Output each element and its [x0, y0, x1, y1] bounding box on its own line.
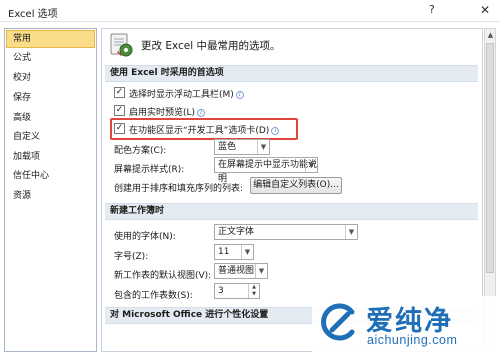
category-nav: 常用 公式 校对 保存 高级 自定义 加载项 信任中心 资源	[4, 28, 97, 352]
developer-tab-label: 在功能区显示“开发工具”选项卡(D)	[129, 126, 270, 136]
custom-lists-label: 创建用于排序和填充序列的列表:	[114, 184, 244, 194]
nav-item-customize[interactable]: 自定义	[6, 128, 95, 146]
options-gear-icon	[110, 33, 133, 57]
scroll-up-icon[interactable]: ▲	[486, 31, 495, 40]
title-bar: Excel 选项 ? ✕	[0, 0, 500, 22]
live-preview-label: 启用实时预览(L)	[129, 108, 196, 118]
chevron-down-icon: ▼	[345, 225, 357, 239]
chevron-down-icon: ▼	[305, 158, 317, 172]
nav-item-formulas[interactable]: 公式	[6, 49, 95, 67]
font-value: 正文字体	[218, 227, 255, 237]
font-size-select[interactable]: 11 ▼	[214, 244, 254, 260]
color-scheme-label: 配色方案(C):	[114, 146, 167, 156]
nav-item-save[interactable]: 保存	[6, 89, 95, 107]
stepper-down-icon[interactable]: ▼	[248, 291, 259, 298]
font-label: 使用的字体(N):	[114, 232, 176, 242]
watermark: 爱纯净 aichunjing.com	[312, 296, 500, 352]
scroll-thumb[interactable]	[486, 43, 494, 273]
close-icon[interactable]: ✕	[476, 2, 494, 18]
sheet-count-label: 包含的工作表数(S):	[114, 291, 193, 301]
screentip-label: 屏幕提示样式(R):	[114, 165, 185, 175]
screentip-select[interactable]: 在屏幕提示中显示功能说明 ▼	[214, 157, 318, 184]
chevron-down-icon: ▼	[255, 264, 267, 278]
info-icon[interactable]: i	[235, 91, 244, 99]
info-icon[interactable]: i	[271, 127, 280, 135]
watermark-logo-icon	[321, 303, 355, 341]
section-top-options: 使用 Excel 时采用的首选项	[105, 65, 478, 82]
color-scheme-select[interactable]: 蓝色 ▼	[214, 139, 270, 155]
live-preview-checkbox[interactable]: ✓	[114, 105, 125, 116]
mini-toolbar-label: 选择时显示浮动工具栏(M)	[129, 90, 234, 100]
mini-toolbar-checkbox[interactable]: ✓	[114, 87, 125, 98]
default-view-label: 新工作表的默认视图(V):	[114, 271, 212, 281]
color-scheme-value: 蓝色	[218, 142, 237, 152]
sheet-count-stepper[interactable]: 3 ▲ ▼	[214, 283, 260, 299]
watermark-text-en: aichunjing.com	[367, 333, 458, 347]
sheet-count-value: 3	[218, 286, 224, 296]
window-title: Excel 选项	[8, 9, 58, 20]
stepper-up-icon[interactable]: ▲	[248, 284, 259, 291]
developer-tab-checkbox[interactable]: ✓	[114, 123, 125, 134]
font-select[interactable]: 正文字体 ▼	[214, 224, 358, 240]
font-size-value: 11	[218, 247, 230, 257]
default-view-value: 普通视图	[218, 266, 255, 276]
nav-item-advanced[interactable]: 高级	[6, 109, 95, 127]
default-view-select[interactable]: 普通视图 ▼	[214, 263, 268, 279]
nav-item-general[interactable]: 常用	[6, 30, 95, 48]
nav-item-trust-center[interactable]: 信任中心	[6, 167, 95, 185]
nav-item-proofing[interactable]: 校对	[6, 69, 95, 87]
nav-item-resources[interactable]: 资源	[6, 187, 95, 205]
chevron-down-icon: ▼	[257, 140, 269, 154]
edit-custom-lists-button[interactable]: 编辑自定义列表(O)...	[250, 177, 342, 194]
section-new-workbook: 新建工作簿时	[105, 203, 478, 220]
header-text: 更改 Excel 中最常用的选项。	[141, 40, 281, 52]
help-icon[interactable]: ?	[429, 3, 435, 16]
nav-item-addins[interactable]: 加载项	[6, 148, 95, 166]
info-icon[interactable]: i	[197, 109, 206, 117]
font-size-label: 字号(Z):	[114, 252, 149, 262]
chevron-down-icon: ▼	[241, 245, 253, 259]
